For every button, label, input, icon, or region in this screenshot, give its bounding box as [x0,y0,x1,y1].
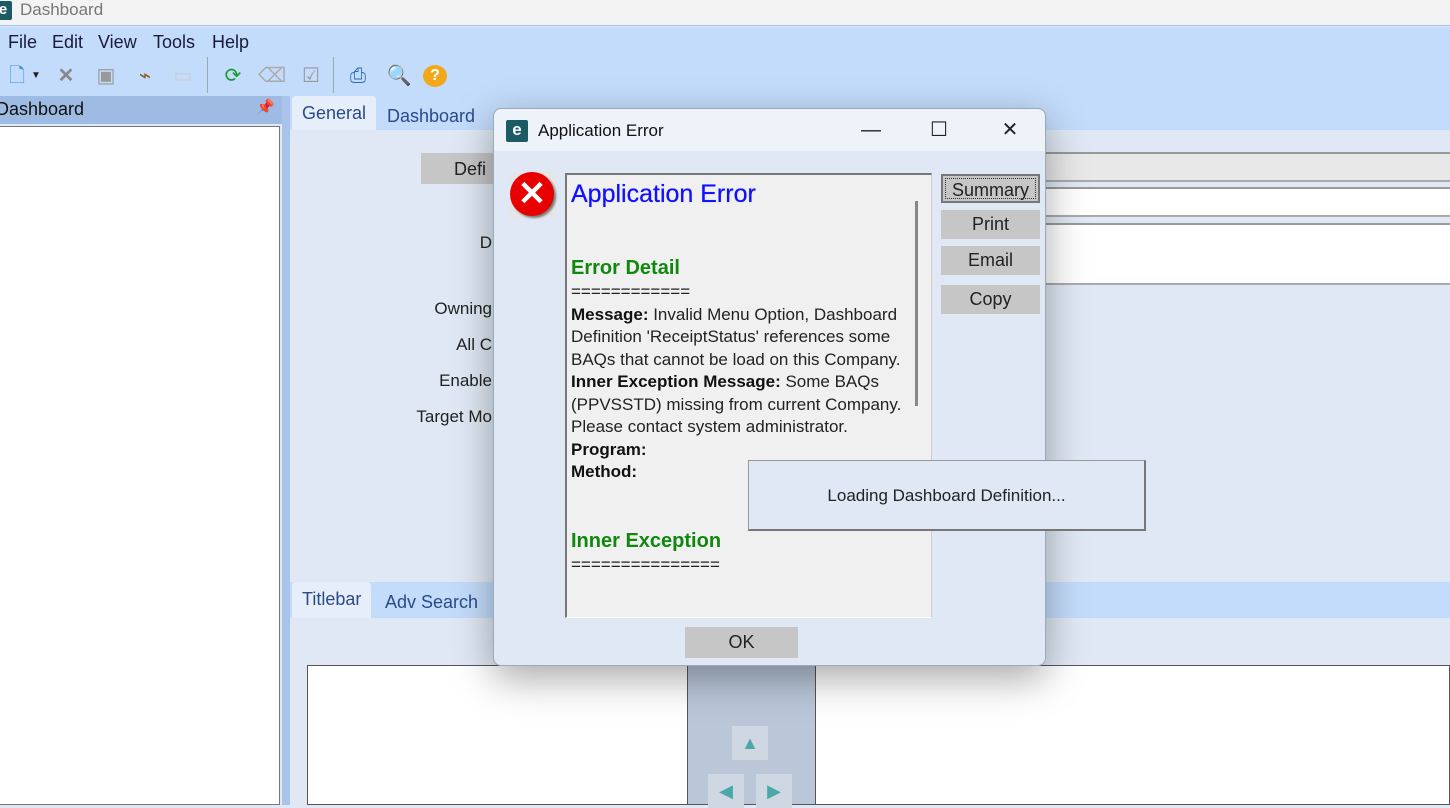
separator-text: =============== [571,554,720,574]
definition-id-field[interactable] [1045,152,1450,182]
move-up-button[interactable]: ▲ [732,726,768,760]
refresh-icon[interactable]: ⟳ [220,63,246,89]
maximize-icon[interactable]: ☐ [924,117,954,143]
window-titlebar: e Dashboard [0,0,1450,26]
email-button[interactable]: Email [941,246,1040,275]
error-detail-heading: Error Detail [571,257,680,279]
minimize-icon[interactable]: — [856,117,886,143]
menu-edit[interactable]: Edit [52,32,83,53]
app-logo-icon: e [506,120,528,142]
error-heading: Application Error [571,180,756,208]
help-icon[interactable]: ? [423,65,447,87]
print-button[interactable]: Print [941,210,1040,239]
new-icon[interactable]: 🗋 [4,63,30,89]
move-left-button[interactable]: ◀ [708,774,744,808]
description-field[interactable] [1045,187,1450,217]
close-icon[interactable]: ✕ [995,117,1025,143]
field-label-target: Target Mo [416,407,492,426]
menubar: File Edit View Tools Help 🗋 ▼ ✕ ▣ ⌁ ▭ ⟳ … [0,27,1450,96]
field-label: D [479,233,492,252]
toolbar-separator [207,57,208,93]
error-icon: ✕ [510,172,556,218]
notes-field[interactable] [1045,223,1450,285]
tab-general[interactable]: General [292,96,377,130]
tab-adv-search[interactable]: Adv Search [375,585,488,619]
loading-popup: Loading Dashboard Definition... [748,460,1146,531]
ok-button[interactable]: OK [685,627,798,658]
field-label-owning: Owning [434,299,492,318]
pin-icon[interactable]: 📌 [256,98,275,116]
window-title: Dashboard [20,0,104,19]
dialog-title: Application Error [538,121,664,140]
error-message-box[interactable]: Application Error Error Detail =========… [565,173,932,618]
move-right-button[interactable]: ▶ [756,774,792,808]
message-scrollbar[interactable] [915,201,918,406]
left-pane-header: Dashboard 📌 [0,96,282,124]
menu-view[interactable]: View [98,32,137,53]
splitter[interactable] [282,96,290,805]
delete-icon[interactable]: ✕ [53,63,79,89]
message-text: Message: Invalid Menu Option, Dashboard … [571,304,901,369]
program-label: Program: [571,439,647,459]
dashboard-tree-pane[interactable] [0,126,280,805]
tab-titlebar[interactable]: Titlebar [292,582,372,618]
print-icon[interactable]: ⎙ [345,63,371,89]
field-label-enable: Enable [439,371,492,390]
available-items-list[interactable] [307,665,688,805]
summary-button[interactable]: Summary [941,174,1040,203]
print-preview-icon[interactable]: 🔍 [386,63,412,89]
move-buttons-panel: ▲ ◀ ▶ [687,665,816,808]
separator-text: ============ [571,282,691,301]
save-icon[interactable]: ▣ [93,63,119,89]
field-label-all: All C [456,335,492,354]
menu-help[interactable]: Help [212,32,249,53]
tab-dashboard[interactable]: Dashboard [377,99,485,133]
left-pane-title: Dashboard [0,99,85,119]
eraser-icon[interactable]: ⌫ [258,63,286,89]
menu-tools[interactable]: Tools [153,32,195,53]
checklist-icon[interactable]: ☑ [298,63,324,89]
dropdown-icon[interactable]: ▼ [30,63,42,89]
blank-icon[interactable]: ▭ [170,63,196,89]
selected-items-list[interactable] [815,665,1450,805]
copy-button[interactable]: Copy [941,285,1040,314]
clear-icon[interactable]: ⌁ [132,63,158,89]
menu-file[interactable]: File [8,32,37,53]
app-logo-icon: e [0,1,12,20]
application-error-dialog: e Application Error — ☐ ✕ ✕ Application … [493,108,1046,666]
inner-exception-heading: Inner Exception [571,529,722,552]
toolbar-separator [333,57,334,93]
definition-button[interactable]: Defi [421,153,501,184]
inner-message-text: Inner Exception Message: Some BAQs (PPVS… [571,372,902,436]
dialog-titlebar: e Application Error — ☐ ✕ [494,109,1045,151]
